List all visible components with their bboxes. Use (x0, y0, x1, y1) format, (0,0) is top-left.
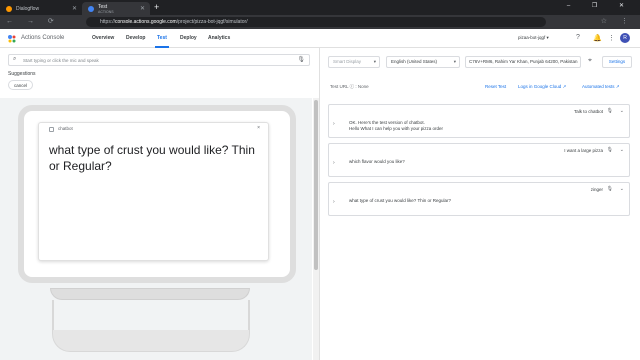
suggestions-label: Suggestions (8, 71, 36, 77)
user-query: Talk to chatbot (573, 109, 603, 114)
device-frame: chatbot × what type of crust you would l… (18, 105, 296, 283)
chevron-right-icon[interactable]: › (333, 121, 335, 127)
card-close-icon[interactable]: × (257, 125, 260, 131)
location-icon[interactable]: ⌖ (588, 57, 592, 65)
device-leg (248, 300, 250, 330)
browser-menu-icons[interactable]: ☆ ⋮ (601, 17, 634, 25)
tab-label: Dialogflow (16, 5, 40, 12)
card-bot-name: chatbot (58, 126, 73, 131)
mic-icon: 🎙 (606, 108, 613, 114)
avatar[interactable]: R (620, 33, 630, 43)
chatbot-avatar-icon (49, 127, 54, 132)
tab-label: Test ACTIONS (98, 3, 114, 14)
user-query: I want a large pizza (564, 148, 603, 153)
tab-analytics[interactable]: Analytics (208, 35, 230, 41)
chevron-right-icon[interactable]: › (333, 199, 335, 205)
browser-tabbar: Dialogflow ✕ Test ACTIONS ✕ + – ❐ ✕ (0, 0, 640, 15)
actions-favicon-icon (88, 5, 94, 12)
tab-overview[interactable]: Overview (92, 35, 114, 41)
notifications-icon[interactable]: 🔔 (593, 34, 602, 42)
app-header: Actions Console Overview Develop Test De… (0, 29, 640, 48)
browser-toolbar: ← → ⟳ https://console.actions.google.com… (0, 15, 640, 29)
bot-response: what type of crust you would like? Thin … (349, 198, 451, 203)
chevron-down-icon[interactable]: ⌄ (620, 108, 624, 114)
device-neck (50, 288, 250, 300)
scrollbar-thumb[interactable] (314, 100, 318, 270)
bot-response: which flavor would you like? (349, 159, 405, 164)
bot-response: OK. Here's the test version of chatbot. H… (349, 120, 444, 131)
close-tab-icon[interactable]: ✕ (140, 5, 145, 12)
browser-tab-dialogflow[interactable]: Dialogflow ✕ (0, 2, 82, 15)
chevron-right-icon[interactable]: › (333, 160, 335, 166)
simulator-right-panel: Smart Display ▾ English (United States) ▾ … (320, 48, 640, 360)
device-leg (52, 300, 54, 330)
user-query: zinger (590, 187, 603, 192)
chevron-down-icon: ▾ (453, 59, 456, 64)
test-url: Test URL ⓘ : None (330, 84, 369, 89)
nav-buttons[interactable]: ← → ⟳ (6, 17, 60, 25)
settings-button[interactable]: Settings (602, 56, 632, 68)
card-response-text: what type of crust you would like? Thin … (49, 143, 255, 173)
help-icon[interactable]: ? (576, 34, 580, 41)
mic-icon[interactable]: 🎙 (297, 56, 305, 63)
more-icon[interactable]: ⋮ (608, 34, 615, 42)
query-input-box[interactable]: ⌕ 🎙 (8, 54, 310, 66)
tab-test[interactable]: Test (157, 35, 167, 41)
conversation-turn[interactable]: I want a large pizza 🎙 ⌄ › which flavor … (328, 143, 630, 177)
response-card: chatbot × what type of crust you would l… (38, 122, 269, 261)
device-base (52, 330, 250, 352)
brand-title: Actions Console (21, 35, 65, 41)
chevron-down-icon: ▾ (373, 59, 376, 64)
reset-test-link[interactable]: Reset Test (485, 84, 506, 89)
surface-select[interactable]: Smart Display ▾ (328, 56, 380, 68)
search-icon: ⌕ (13, 56, 17, 62)
chevron-down-icon[interactable]: ⌄ (620, 147, 624, 153)
tab-deploy[interactable]: Deploy (180, 35, 197, 41)
chevron-down-icon[interactable]: ⌄ (620, 186, 624, 192)
browser-tab-test[interactable]: Test ACTIONS ✕ (82, 2, 150, 15)
window-controls[interactable]: – ❐ ✕ (567, 2, 634, 9)
screen: Dialogflow ✕ Test ACTIONS ✕ + – ❐ ✕ ← → … (0, 0, 640, 360)
actions-logo-icon (8, 35, 16, 43)
mic-icon: 🎙 (606, 147, 613, 153)
conversation-turn[interactable]: zinger 🎙 ⌄ › what type of crust you woul… (328, 182, 630, 216)
suggestion-chip-cancel[interactable]: cancel (8, 80, 34, 90)
dialogflow-favicon-icon (6, 5, 12, 12)
automated-tests-link[interactable]: Automated tests ↗ (582, 84, 620, 90)
language-select[interactable]: English (United States) ▾ (386, 56, 460, 68)
new-tab-button[interactable]: + (154, 2, 159, 12)
tab-develop[interactable]: Develop (126, 35, 145, 41)
simulator-left-panel: ⌕ 🎙 Suggestions cancel chatbot × what ty… (0, 48, 320, 360)
mic-icon: 🎙 (606, 186, 613, 192)
conversation-turn[interactable]: Talk to chatbot 🎙 ⌄ › OK. Here's the tes… (328, 104, 630, 138)
address-bar[interactable]: https://console.actions.google.com/proje… (86, 17, 546, 27)
left-scrollbar[interactable] (313, 98, 319, 360)
close-tab-icon[interactable]: ✕ (72, 5, 77, 12)
query-input[interactable] (23, 57, 293, 64)
project-selector[interactable]: pizaa-bot-jqgf ▾ (518, 35, 549, 41)
logs-link[interactable]: Logs in Google Cloud ↗ (518, 84, 566, 90)
location-field[interactable]: C76V+RM6, Rahim Yar Khan, Punjab 64200, … (465, 56, 581, 68)
smart-display-preview: chatbot × what type of crust you would l… (0, 98, 312, 360)
